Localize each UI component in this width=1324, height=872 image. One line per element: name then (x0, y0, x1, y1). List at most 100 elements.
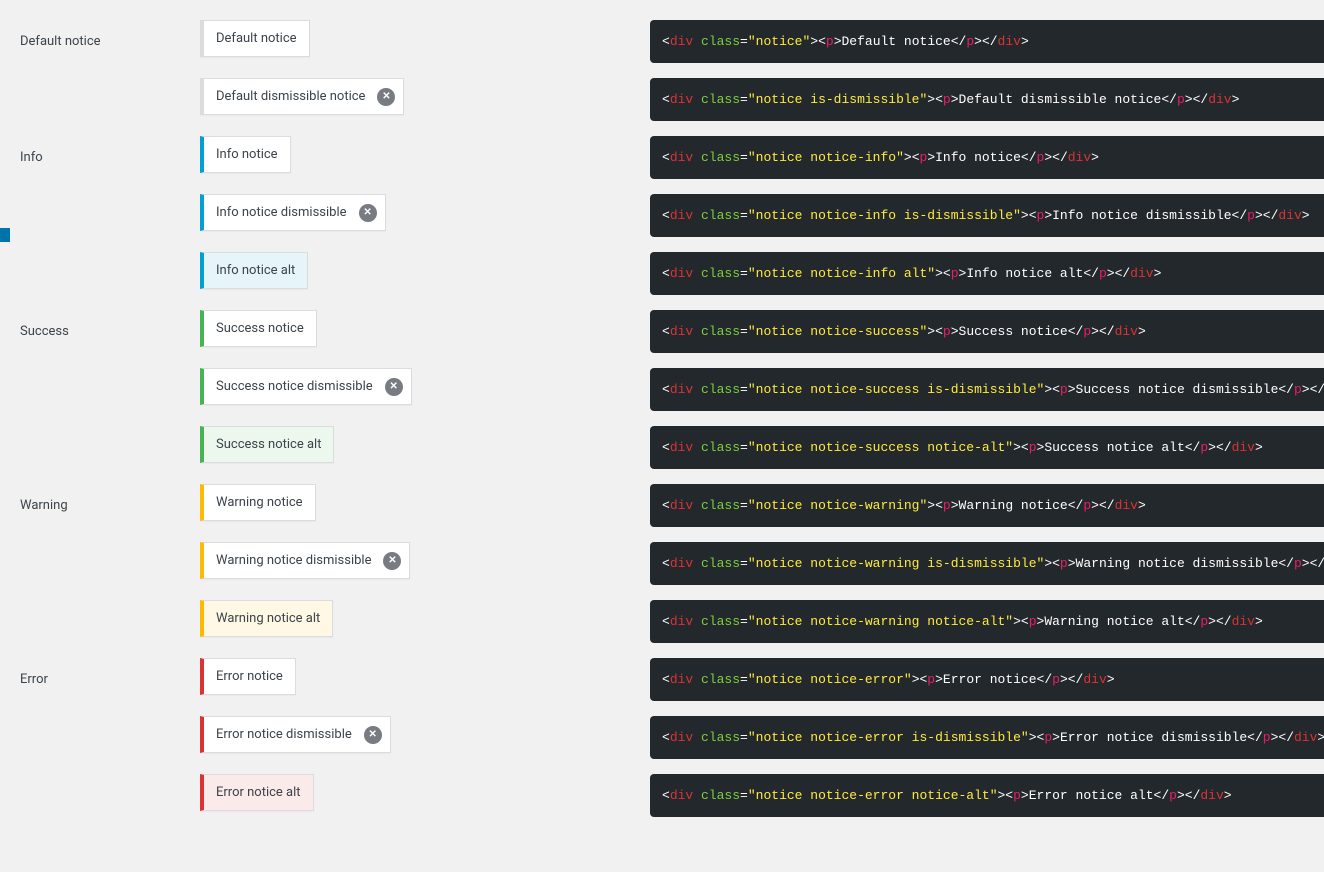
notice-cell: Success notice dismissible (200, 368, 650, 420)
notice-cell: Error notice alt (200, 774, 650, 826)
notice-text: Warning notice dismissible (216, 553, 371, 568)
notice-row: Error Error notice <div class="notice noti… (20, 658, 1324, 716)
notice-text: Info notice (216, 147, 278, 162)
notice-box: Warning notice alt (200, 600, 333, 637)
section-label: Error (20, 658, 200, 687)
code-cell: <div class="notice notice-error is-dismi… (650, 716, 1324, 774)
code-snippet: <div class="notice notice-error notice-a… (650, 774, 1324, 817)
code-cell: <div class="notice notice-error"><p>Erro… (650, 658, 1324, 716)
code-cell: <div class="notice notice-success"><p>Su… (650, 310, 1324, 368)
notice-box: Info notice (200, 136, 291, 173)
content-area: Default notice Default notice <div class="… (0, 0, 1324, 872)
section-label (20, 368, 200, 382)
code-snippet: <div class="notice notice-error is-dismi… (650, 716, 1324, 759)
section-label (20, 78, 200, 92)
code-snippet: <div class="notice notice-success notice… (650, 426, 1324, 469)
code-snippet: <div class="notice notice-warning notice… (650, 600, 1324, 643)
notice-row: Success Success notice <div class="notice … (20, 310, 1324, 368)
notice-text: Error notice dismissible (216, 727, 352, 742)
code-cell: <div class="notice notice-warning notice… (650, 600, 1324, 658)
notice-box: Success notice dismissible (200, 368, 412, 405)
notice-cell: Info notice alt (200, 252, 650, 304)
code-cell: <div class="notice is-dismissible"><p>De… (650, 78, 1324, 136)
code-snippet: <div class="notice notice-warning"><p>Wa… (650, 484, 1324, 527)
notice-box: Info notice dismissible (200, 194, 386, 231)
notice-text: Warning notice (216, 495, 303, 510)
section-label (20, 774, 200, 788)
code-snippet: <div class="notice notice-error"><p>Erro… (650, 658, 1324, 701)
notice-text: Error notice alt (216, 785, 301, 800)
notice-cell: Default dismissible notice (200, 78, 650, 130)
notice-cell: Error notice dismissible (200, 716, 650, 768)
code-snippet: <div class="notice notice-info is-dismis… (650, 194, 1324, 237)
code-snippet: <div class="notice"><p>Default notice</p… (650, 20, 1324, 63)
notice-row: Default dismissible notice <div class="no… (20, 78, 1324, 136)
notice-box: Default notice (200, 20, 310, 57)
close-icon[interactable] (377, 88, 395, 106)
notice-row: Default notice Default notice <div class="… (20, 20, 1324, 78)
notice-row: WarningWarning notice<div class="notice … (20, 484, 1324, 542)
notice-row: Success notice alt <div class="notice not… (20, 426, 1324, 484)
notice-row: Info notice dismissible <div class="notic… (20, 194, 1324, 252)
close-icon[interactable] (359, 204, 377, 222)
notice-row: Error notice dismissible <div class="noti… (20, 716, 1324, 774)
notice-cell: Success notice (200, 310, 650, 362)
notice-text: Default notice (216, 31, 297, 46)
close-icon[interactable] (385, 378, 403, 396)
notice-text: Success notice (216, 321, 304, 336)
code-cell: <div class="notice"><p>Default notice</p… (650, 20, 1324, 78)
section-label: Success (20, 310, 200, 339)
notice-box: Error notice dismissible (200, 716, 391, 753)
section-label (20, 426, 200, 440)
notice-box: Success notice alt (200, 426, 334, 463)
code-snippet: <div class="notice notice-success is-dis… (650, 368, 1324, 411)
section-label (20, 542, 200, 556)
section-label: Info (20, 136, 200, 165)
code-cell: <div class="notice notice-warning is-dis… (650, 542, 1324, 600)
code-snippet: <div class="notice notice-info"><p>Info … (650, 136, 1324, 179)
notice-text: Success notice alt (216, 437, 321, 452)
notice-cell: Info notice dismissible (200, 194, 650, 246)
notice-box: Error notice alt (200, 774, 314, 811)
notice-cell: Success notice alt (200, 426, 650, 478)
code-snippet: <div class="notice is-dismissible"><p>De… (650, 78, 1324, 121)
notice-cell: Warning notice alt (200, 600, 650, 652)
notice-cell: Error notice (200, 658, 650, 710)
notice-cell: Default notice (200, 20, 650, 72)
notice-row: Success notice dismissible <div class="no… (20, 368, 1324, 426)
code-cell: <div class="notice notice-warning"><p>Wa… (650, 484, 1324, 542)
notice-text: Success notice dismissible (216, 379, 373, 394)
code-cell: <div class="notice notice-success is-dis… (650, 368, 1324, 426)
notice-box: Info notice alt (200, 252, 308, 289)
code-snippet: <div class="notice notice-warning is-dis… (650, 542, 1324, 585)
section-label (20, 252, 200, 266)
notice-box: Default dismissible notice (200, 78, 404, 115)
notice-row: Warning notice alt <div class="notice not… (20, 600, 1324, 658)
section-label (20, 716, 200, 730)
code-cell: <div class="notice notice-success notice… (650, 426, 1324, 484)
notice-text: Error notice (216, 669, 283, 684)
section-label (20, 194, 200, 208)
code-cell: <div class="notice notice-info"><p>Info … (650, 136, 1324, 194)
notice-row: Info Info notice <div class="notice notice… (20, 136, 1324, 194)
notice-cell: Warning notice (200, 484, 650, 536)
code-cell: <div class="notice notice-info is-dismis… (650, 194, 1324, 252)
notice-text: Warning notice alt (216, 611, 320, 626)
code-snippet: <div class="notice notice-success"><p>Su… (650, 310, 1324, 353)
code-snippet: <div class="notice notice-info alt"><p>I… (650, 252, 1324, 295)
close-icon[interactable] (383, 552, 401, 570)
notice-row: Info notice alt <div class="notice notice… (20, 252, 1324, 310)
section-label: Default notice (20, 20, 200, 49)
notice-box: Error notice (200, 658, 296, 695)
notice-text: Default dismissible notice (216, 89, 365, 104)
notice-row: Error notice alt <div class="notice notic… (20, 774, 1324, 832)
notice-box: Success notice (200, 310, 317, 347)
notice-text: Info notice alt (216, 263, 295, 278)
code-cell: <div class="notice notice-info alt"><p>I… (650, 252, 1324, 310)
notice-row: Warning notice dismissible <div class="no… (20, 542, 1324, 600)
section-label (20, 600, 200, 614)
notice-text: Info notice dismissible (216, 205, 347, 220)
notice-box: Warning notice dismissible (200, 542, 410, 579)
close-icon[interactable] (364, 726, 382, 744)
notice-box: Warning notice (200, 484, 316, 521)
